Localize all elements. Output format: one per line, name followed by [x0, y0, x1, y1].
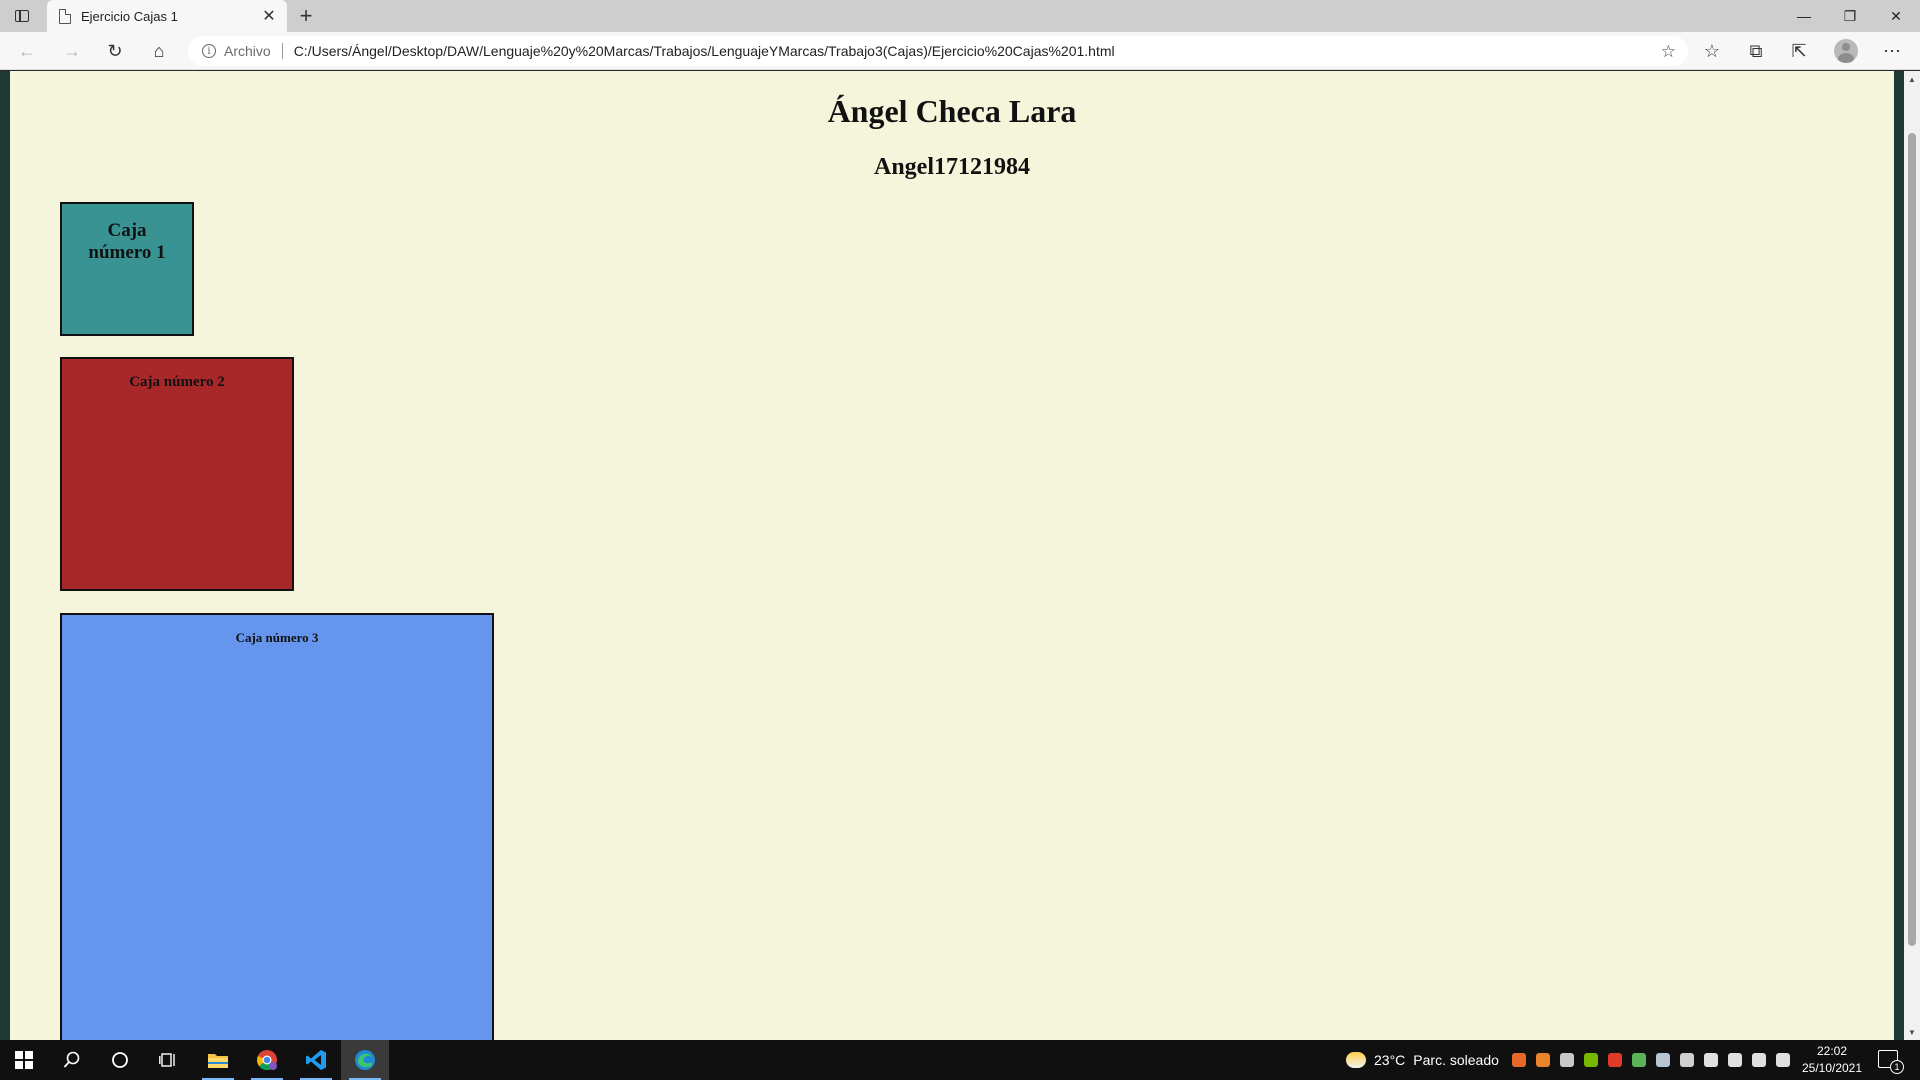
clock-date: 25/10/2021: [1801, 1061, 1863, 1075]
page-icon: [59, 8, 71, 24]
onedrive-icon[interactable]: [1704, 1053, 1718, 1067]
network-icon[interactable]: [1752, 1053, 1766, 1067]
steam-icon[interactable]: [1656, 1053, 1670, 1067]
forward-icon[interactable]: →: [58, 37, 86, 65]
new-tab-icon[interactable]: +: [294, 4, 318, 28]
address-separator: [281, 43, 283, 59]
info-icon[interactable]: i: [202, 44, 216, 58]
share-icon[interactable]: ⇱: [1785, 37, 1813, 65]
nvidia-icon[interactable]: [1584, 1053, 1598, 1067]
address-scheme: Archivo: [224, 43, 271, 59]
box-3: Caja número 3: [60, 613, 494, 1040]
cortana-icon[interactable]: [96, 1040, 144, 1080]
page-title: Ángel Checa Lara: [827, 93, 1077, 129]
add-favorite-icon[interactable]: ☆: [1661, 42, 1676, 62]
notification-count: 1: [1890, 1060, 1904, 1074]
browser-viewport: Ángel Checa Lara Angel17121984 Caja núme…: [0, 71, 1920, 1040]
windows-start-icon[interactable]: [0, 1040, 48, 1080]
close-tab-icon[interactable]: ✕: [259, 6, 279, 26]
toolbar: ← → ↻ ⌂ i Archivo C:/Users/Ángel/Desktop…: [0, 32, 1920, 70]
tray-app-icon-3[interactable]: [1560, 1053, 1574, 1067]
weather-desc: Parc. soleado: [1413, 1052, 1499, 1068]
tab-actions-icon[interactable]: [12, 7, 32, 25]
tray-app-icon-8[interactable]: [1680, 1053, 1694, 1067]
vertical-scrollbar[interactable]: ▲ ▼: [1904, 71, 1920, 1040]
volume-icon[interactable]: [1776, 1053, 1790, 1067]
refresh-icon[interactable]: ↻: [101, 37, 129, 65]
battery-icon[interactable]: [1728, 1053, 1742, 1067]
task-view-icon[interactable]: [144, 1040, 192, 1080]
vscode-icon[interactable]: [292, 1040, 340, 1080]
search-icon[interactable]: [48, 1040, 96, 1080]
tray-app-icon-6[interactable]: [1632, 1053, 1646, 1067]
box-1: Caja número 1: [60, 202, 194, 336]
weather-cloud-sun-icon: [1346, 1052, 1366, 1068]
address-bar[interactable]: i Archivo C:/Users/Ángel/Desktop/DAW/Len…: [188, 36, 1688, 66]
minimize-icon[interactable]: —: [1781, 0, 1827, 32]
address-url[interactable]: C:/Users/Ángel/Desktop/DAW/Lenguaje%20y%…: [294, 43, 1115, 59]
more-menu-icon[interactable]: ⋯: [1878, 37, 1906, 65]
file-explorer-icon[interactable]: [194, 1040, 242, 1080]
scrollbar-thumb[interactable]: [1908, 133, 1916, 946]
scroll-down-icon[interactable]: ▼: [1904, 1024, 1920, 1040]
system-clock[interactable]: 22:02 25/10/2021: [1792, 1043, 1872, 1077]
page-subtitle: Angel17121984: [874, 154, 1030, 180]
collections-icon[interactable]: ⧉: [1742, 37, 1770, 65]
edge-icon[interactable]: [341, 1040, 389, 1080]
home-icon[interactable]: ⌂: [145, 37, 173, 65]
back-icon[interactable]: ←: [13, 37, 41, 65]
close-window-icon[interactable]: ✕: [1873, 0, 1919, 32]
tray-app-icon-1[interactable]: [1512, 1053, 1526, 1067]
chrome-icon[interactable]: [243, 1040, 291, 1080]
tab-strip: Ejercicio Cajas 1 ✕ + — ❐ ✕: [0, 0, 1920, 32]
tray-app-icon-5[interactable]: [1608, 1053, 1622, 1067]
scroll-up-icon[interactable]: ▲: [1904, 71, 1920, 87]
weather-temp: 23°C: [1374, 1052, 1406, 1068]
taskbar: 23°C Parc. soleado 22:02 25/10/2021 1: [0, 1040, 1920, 1080]
web-page: Ángel Checa Lara Angel17121984 Caja núme…: [10, 71, 1894, 1040]
clock-time: 22:02: [1816, 1044, 1848, 1058]
profile-avatar[interactable]: [1834, 39, 1858, 63]
tab-title: Ejercicio Cajas 1: [81, 8, 178, 24]
box-2: Caja número 2: [60, 357, 294, 591]
favorites-icon[interactable]: ☆: [1698, 37, 1726, 65]
tray-app-icon-2[interactable]: [1536, 1053, 1550, 1067]
weather-widget[interactable]: 23°C Parc. soleado: [1346, 1040, 1499, 1080]
restore-icon[interactable]: ❐: [1827, 0, 1873, 32]
tab-active[interactable]: Ejercicio Cajas 1 ✕: [47, 0, 287, 32]
